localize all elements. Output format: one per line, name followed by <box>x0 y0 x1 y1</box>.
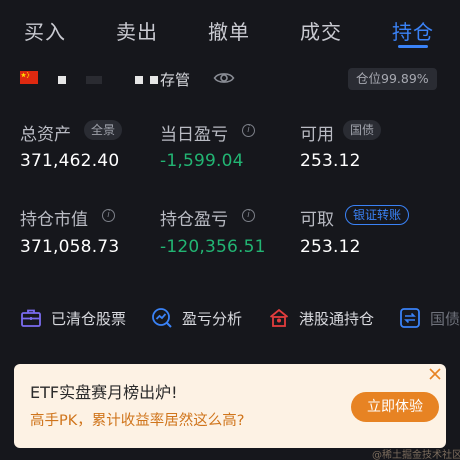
briefcase-icon <box>21 309 41 327</box>
stat-value: 253.12 <box>300 151 361 171</box>
analysis-icon <box>152 308 172 328</box>
panorama-pill[interactable]: 全景 <box>84 120 123 140</box>
banner-title: ETF实盘赛月榜出炉! <box>30 383 178 402</box>
tab-buy[interactable]: 买入 <box>15 16 75 45</box>
masked-account-block <box>135 76 143 84</box>
stat-label: 当日盈亏 <box>160 125 228 145</box>
masked-account-block <box>58 76 66 84</box>
masked-account-block <box>150 76 158 84</box>
transfer-icon <box>400 308 420 328</box>
pnl-analysis-button[interactable]: 盈亏分析 <box>151 306 251 330</box>
stat-value: -120,356.51 <box>160 237 266 257</box>
tab-cancel[interactable]: 撤单 <box>199 16 259 45</box>
stat-label: 可用 <box>300 125 334 145</box>
account-row[interactable]: 存管 仓位99.89% <box>0 62 460 94</box>
stat-label: 总资产 <box>20 125 71 145</box>
stat-value: 371,058.73 <box>20 237 120 257</box>
position-ratio-badge: 仓位99.89% <box>348 68 437 90</box>
tab-sell[interactable]: 卖出 <box>107 16 167 45</box>
treasury-pill[interactable]: 国债 <box>343 120 382 140</box>
bank-transfer-button[interactable]: 银证转账 <box>345 205 410 225</box>
stat-label: 可取 <box>300 210 334 230</box>
hk-connect-positions-button[interactable]: 港股通持仓 <box>268 306 383 330</box>
promo-banner[interactable]: ETF实盘赛月榜出炉! 高手PK，累计收益率居然这么高? 立即体验 <box>14 364 446 448</box>
quick-action-label: 已清仓股票 <box>51 310 127 328</box>
china-flag-icon <box>20 71 38 84</box>
active-tab-indicator <box>398 45 428 48</box>
quick-actions: 已清仓股票 盈亏分析 港股通持仓 国债 <box>0 300 460 336</box>
banner-subtitle: 高手PK，累计收益率居然这么高? <box>30 413 245 429</box>
stat-value: -1,599.04 <box>160 151 244 171</box>
masked-account-block <box>86 76 102 84</box>
try-now-button[interactable]: 立即体验 <box>351 392 439 422</box>
stat-label: 持仓盈亏 <box>160 210 228 230</box>
watermark: @稀土掘金技术社区 <box>372 450 460 460</box>
position-page: 买入 卖出 撤单 成交 持仓 存管 仓位99.89% 总资产 全景 371,46… <box>0 0 460 460</box>
cleared-stocks-button[interactable]: 已清仓股票 <box>20 306 140 330</box>
info-icon[interactable]: i <box>242 124 255 137</box>
tab-deals[interactable]: 成交 <box>291 16 351 45</box>
info-icon[interactable]: i <box>102 209 115 222</box>
stat-value: 371,462.40 <box>20 151 120 171</box>
tab-positions[interactable]: 持仓 <box>383 16 443 45</box>
treasury-quick-button[interactable]: 国债 <box>399 306 460 330</box>
trade-tabs: 买入 卖出 撤单 成交 持仓 <box>0 0 460 56</box>
account-label: 存管 <box>160 71 191 89</box>
stat-value: 253.12 <box>300 237 361 257</box>
eye-icon[interactable] <box>213 70 235 86</box>
quick-action-label: 国债 <box>430 310 460 328</box>
hk-connect-icon <box>269 308 289 327</box>
quick-action-label: 盈亏分析 <box>182 310 243 328</box>
info-icon[interactable]: i <box>242 209 255 222</box>
stat-label: 持仓市值 <box>20 210 88 230</box>
close-icon[interactable] <box>428 367 442 381</box>
quick-action-label: 港股通持仓 <box>299 310 375 328</box>
